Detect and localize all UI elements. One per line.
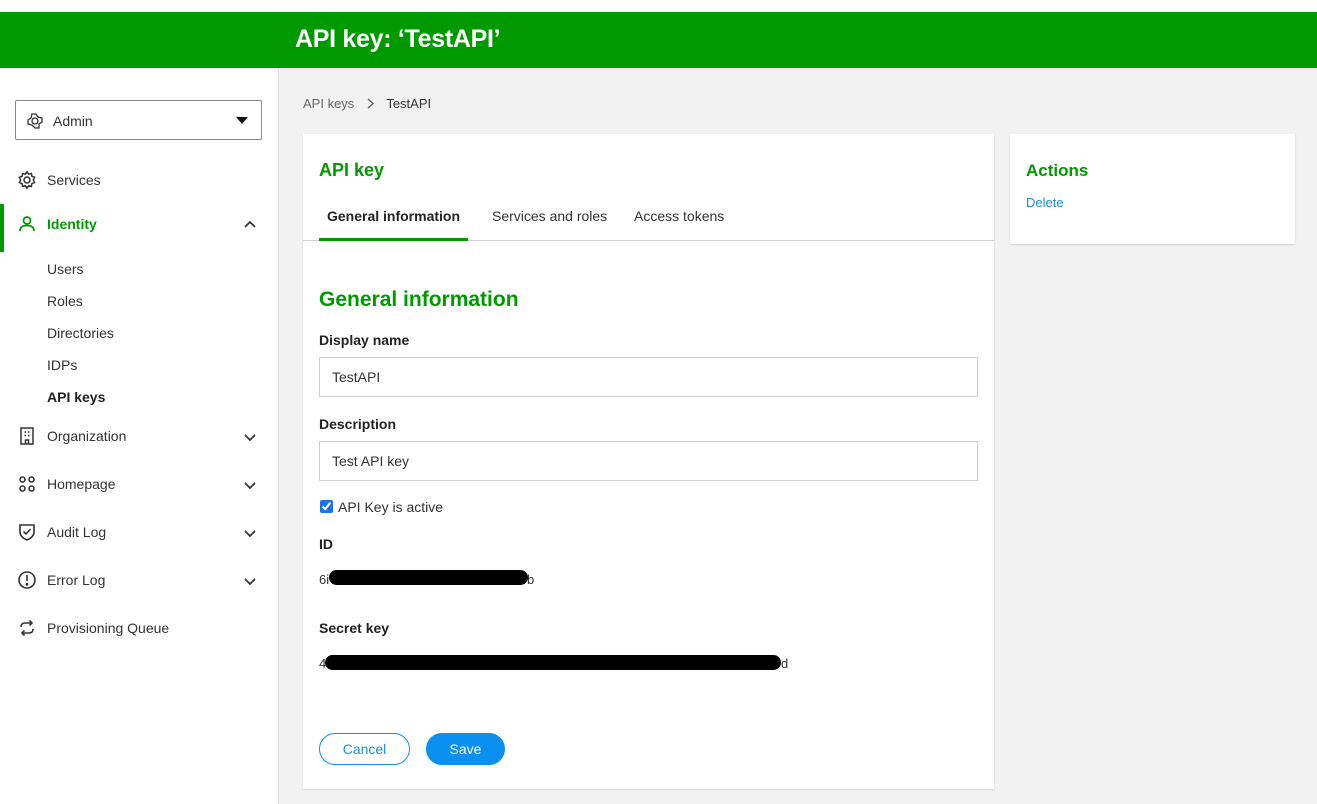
sidebar-subitem-roles[interactable]: Roles — [47, 293, 83, 309]
actions-card: Actions Delete — [1010, 134, 1295, 244]
save-button[interactable]: Save — [426, 733, 505, 765]
tab-services-and-roles[interactable]: Services and roles — [492, 208, 607, 224]
sidebar-item-label: Identity — [47, 216, 97, 232]
tenant-label: Admin — [53, 113, 93, 129]
page-header: API key: ‘TestAPI’ — [0, 12, 1317, 68]
card-title: API key — [319, 160, 385, 180]
id-redaction — [329, 570, 528, 585]
cancel-button[interactable]: Cancel — [319, 733, 410, 765]
sidebar-subitem-idps[interactable]: IDPs — [47, 357, 77, 373]
grid-icon — [19, 476, 35, 492]
breadcrumb-link-api-keys[interactable]: API keys — [303, 96, 354, 111]
breadcrumb: API keys TestAPI — [303, 96, 431, 111]
tenant-selector[interactable]: Admin — [15, 100, 262, 140]
tenant-icon — [27, 113, 43, 129]
main-content: API keys TestAPI API key General informa… — [279, 68, 1317, 804]
active-indicator — [0, 204, 4, 252]
chevron-down-icon[interactable] — [242, 525, 258, 541]
chevron-up-icon[interactable] — [242, 217, 258, 233]
tab-access-tokens[interactable]: Access tokens — [634, 208, 724, 224]
sidebar-item-label: Audit Log — [47, 524, 107, 540]
sidebar-item-label: Services — [47, 172, 101, 188]
sync-icon — [20, 619, 34, 637]
secret-value-end: d — [781, 656, 789, 671]
caret-down-icon — [236, 117, 248, 124]
user-icon — [19, 216, 35, 232]
id-label: ID — [319, 536, 333, 552]
alert-circle-icon — [18, 571, 36, 589]
top-strip — [0, 0, 1317, 12]
tab-bar: General information Services and roles A… — [303, 196, 994, 241]
chevron-down-icon[interactable] — [242, 429, 258, 445]
breadcrumb-current: TestAPI — [386, 96, 432, 111]
sidebar-item-audit-log[interactable]: Audit Log — [0, 512, 279, 552]
sidebar-item-label: Error Log — [47, 572, 106, 588]
description-input[interactable] — [319, 441, 978, 481]
secret-redaction — [325, 655, 781, 670]
sidebar-item-error-log[interactable]: Error Log — [0, 560, 279, 600]
sidebar-item-label: Homepage — [47, 476, 116, 492]
id-value-end: b — [527, 572, 535, 587]
sidebar-subitem-users[interactable]: Users — [47, 261, 84, 277]
sidebar-item-label: Provisioning Queue — [47, 620, 170, 636]
sidebar-item-provisioning-queue[interactable]: Provisioning Queue — [0, 608, 279, 648]
section-title: General information — [319, 288, 519, 311]
display-name-input[interactable] — [319, 357, 978, 397]
sidebar-subitem-directories[interactable]: Directories — [47, 325, 114, 341]
building-icon — [20, 427, 34, 445]
sidebar-subitem-api-keys[interactable]: API keys — [47, 389, 105, 405]
id-value-start: 6i — [319, 572, 330, 587]
tab-general-information[interactable]: General information — [327, 208, 460, 224]
sidebar-item-services[interactable]: Services — [0, 160, 279, 200]
sidebar-item-label: Organization — [47, 428, 127, 444]
display-name-label: Display name — [319, 332, 410, 348]
active-tab-indicator — [319, 238, 468, 241]
shield-check-icon — [19, 524, 35, 541]
page-title: API key: ‘TestAPI’ — [295, 25, 501, 53]
sidebar-item-identity[interactable]: Identity — [0, 204, 279, 252]
api-key-active-label: API Key is active — [338, 499, 444, 515]
api-key-card: API key General information Services and… — [303, 134, 994, 789]
sidebar-item-homepage[interactable]: Homepage — [0, 464, 279, 504]
sidebar: Admin Services Identity Users Roles Dire… — [0, 68, 279, 804]
actions-title: Actions — [1026, 161, 1089, 180]
gear-icon — [18, 170, 36, 190]
delete-link[interactable]: Delete — [1026, 195, 1064, 210]
chevron-down-icon[interactable] — [242, 477, 258, 493]
api-key-active-checkbox[interactable] — [320, 500, 333, 513]
chevron-down-icon[interactable] — [242, 573, 258, 589]
chevron-right-icon — [366, 96, 375, 111]
description-label: Description — [319, 416, 397, 432]
sidebar-item-organization[interactable]: Organization — [0, 416, 279, 456]
secret-key-label: Secret key — [319, 620, 390, 636]
